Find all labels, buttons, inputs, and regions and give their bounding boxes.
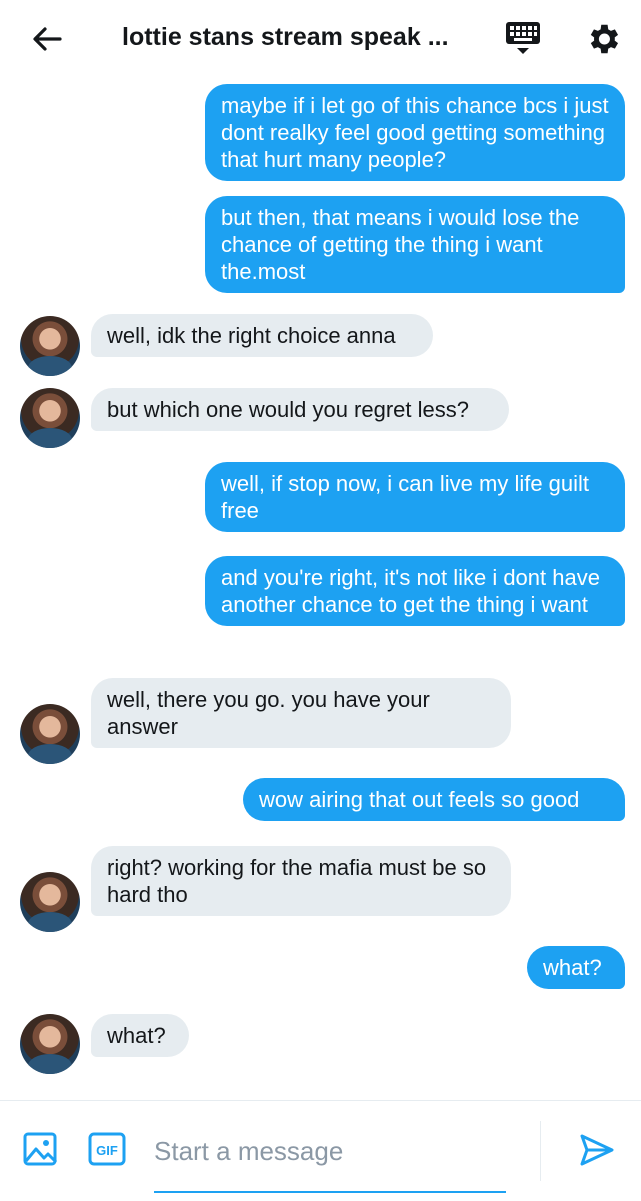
avatar[interactable] <box>20 704 80 764</box>
incoming-message[interactable]: what? <box>91 1014 189 1057</box>
keyboard-icon <box>506 22 540 54</box>
gif-icon: GIF <box>88 1132 126 1166</box>
keyboard-toggle-button[interactable] <box>504 18 542 58</box>
incoming-message[interactable]: right? working for the mafia must be so … <box>91 846 511 916</box>
outgoing-message[interactable]: maybe if i let go of this chance bcs i j… <box>205 84 625 181</box>
outgoing-message[interactable]: but then, that means i would lose the ch… <box>205 196 625 293</box>
avatar[interactable] <box>20 388 80 448</box>
composer-divider <box>540 1121 541 1181</box>
outgoing-message[interactable]: and you're right, it's not like i dont h… <box>205 556 625 626</box>
add-image-button[interactable] <box>22 1131 58 1167</box>
conversation-header: lottie stans stream speak ... <box>0 0 641 76</box>
settings-button[interactable] <box>584 20 622 58</box>
avatar[interactable] <box>20 316 80 376</box>
outgoing-message[interactable]: wow airing that out feels so good <box>243 778 625 821</box>
gear-icon <box>590 24 619 54</box>
gif-label: GIF <box>96 1143 118 1158</box>
send-button[interactable] <box>578 1131 616 1169</box>
outgoing-message[interactable]: what? <box>527 946 625 989</box>
back-button[interactable] <box>30 22 64 56</box>
message-list[interactable]: maybe if i let go of this chance bcs i j… <box>0 76 641 1098</box>
send-icon <box>580 1134 614 1166</box>
conversation-title[interactable]: lottie stans stream speak ... <box>122 22 462 52</box>
message-input-wrapper <box>154 1125 506 1193</box>
avatar[interactable] <box>20 872 80 932</box>
avatar[interactable] <box>20 1014 80 1074</box>
image-icon <box>23 1132 58 1166</box>
incoming-message[interactable]: well, idk the right choice anna <box>91 314 433 357</box>
add-gif-button[interactable]: GIF <box>88 1131 126 1167</box>
incoming-message[interactable]: but which one would you regret less? <box>91 388 509 431</box>
message-input[interactable] <box>154 1125 506 1177</box>
message-composer: GIF <box>0 1100 641 1201</box>
incoming-message[interactable]: well, there you go. you have your answer <box>91 678 511 748</box>
outgoing-message[interactable]: well, if stop now, i can live my life gu… <box>205 462 625 532</box>
back-arrow-icon <box>33 27 62 51</box>
